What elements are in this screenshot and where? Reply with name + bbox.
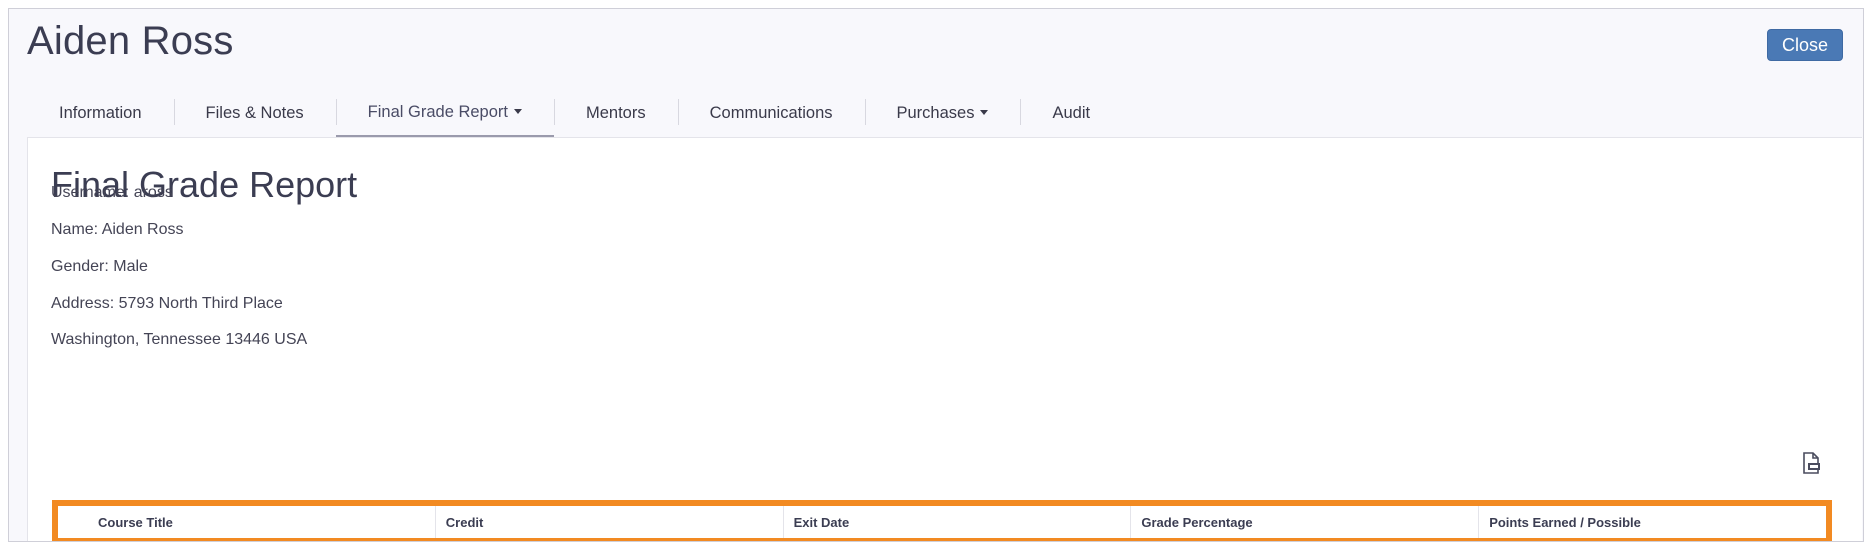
caret-down-icon	[980, 109, 989, 115]
page-title: Aiden Ross	[27, 19, 234, 63]
student-window: Aiden Ross Close Information Files & Not…	[8, 8, 1864, 542]
tab-label: Audit	[1052, 103, 1091, 122]
grade-table-header: Course Title Credit Exit Date Grade Perc…	[52, 500, 1832, 541]
column-header[interactable]: Points Earned / Possible	[1479, 506, 1826, 538]
report-panel: Final Grade Report Username: aross Name:…	[27, 137, 1862, 541]
address-text: Address: 5793 North Third Place	[51, 295, 283, 312]
tab-label: Files & Notes	[205, 103, 304, 122]
tab-label: Purchases	[896, 103, 975, 122]
tab-purchases[interactable]: Purchases	[864, 89, 1021, 137]
tab-label: Final Grade Report	[367, 102, 508, 121]
tab-label: Information	[59, 103, 142, 122]
tab-mentors[interactable]: Mentors	[554, 89, 678, 137]
column-header[interactable]: Exit Date	[784, 506, 1132, 538]
tab-final-grade-report[interactable]: Final Grade Report	[335, 89, 554, 137]
close-button[interactable]: Close	[1767, 29, 1843, 61]
export-file-icon[interactable]	[1801, 452, 1821, 474]
column-header[interactable]: Grade Percentage	[1131, 506, 1480, 538]
tab-information[interactable]: Information	[27, 89, 174, 137]
gender-text: Gender: Male	[51, 258, 148, 275]
city-line-text: Washington, Tennessee 13446 USA	[51, 331, 308, 348]
caret-down-icon	[514, 108, 522, 114]
tab-audit[interactable]: Audit	[1020, 89, 1122, 137]
tab-label: Communications	[709, 103, 833, 122]
name-text: Name: Aiden Ross	[51, 221, 184, 238]
tab-files-notes[interactable]: Files & Notes	[173, 89, 336, 137]
tab-communications[interactable]: Communications	[677, 89, 865, 137]
username-text: Username: aross	[51, 184, 173, 201]
column-header[interactable]: Credit	[436, 506, 784, 538]
tab-bar: Information Files & Notes Final Grade Re…	[27, 89, 1122, 137]
tab-label: Mentors	[586, 103, 646, 122]
column-header[interactable]: Course Title	[58, 506, 436, 538]
